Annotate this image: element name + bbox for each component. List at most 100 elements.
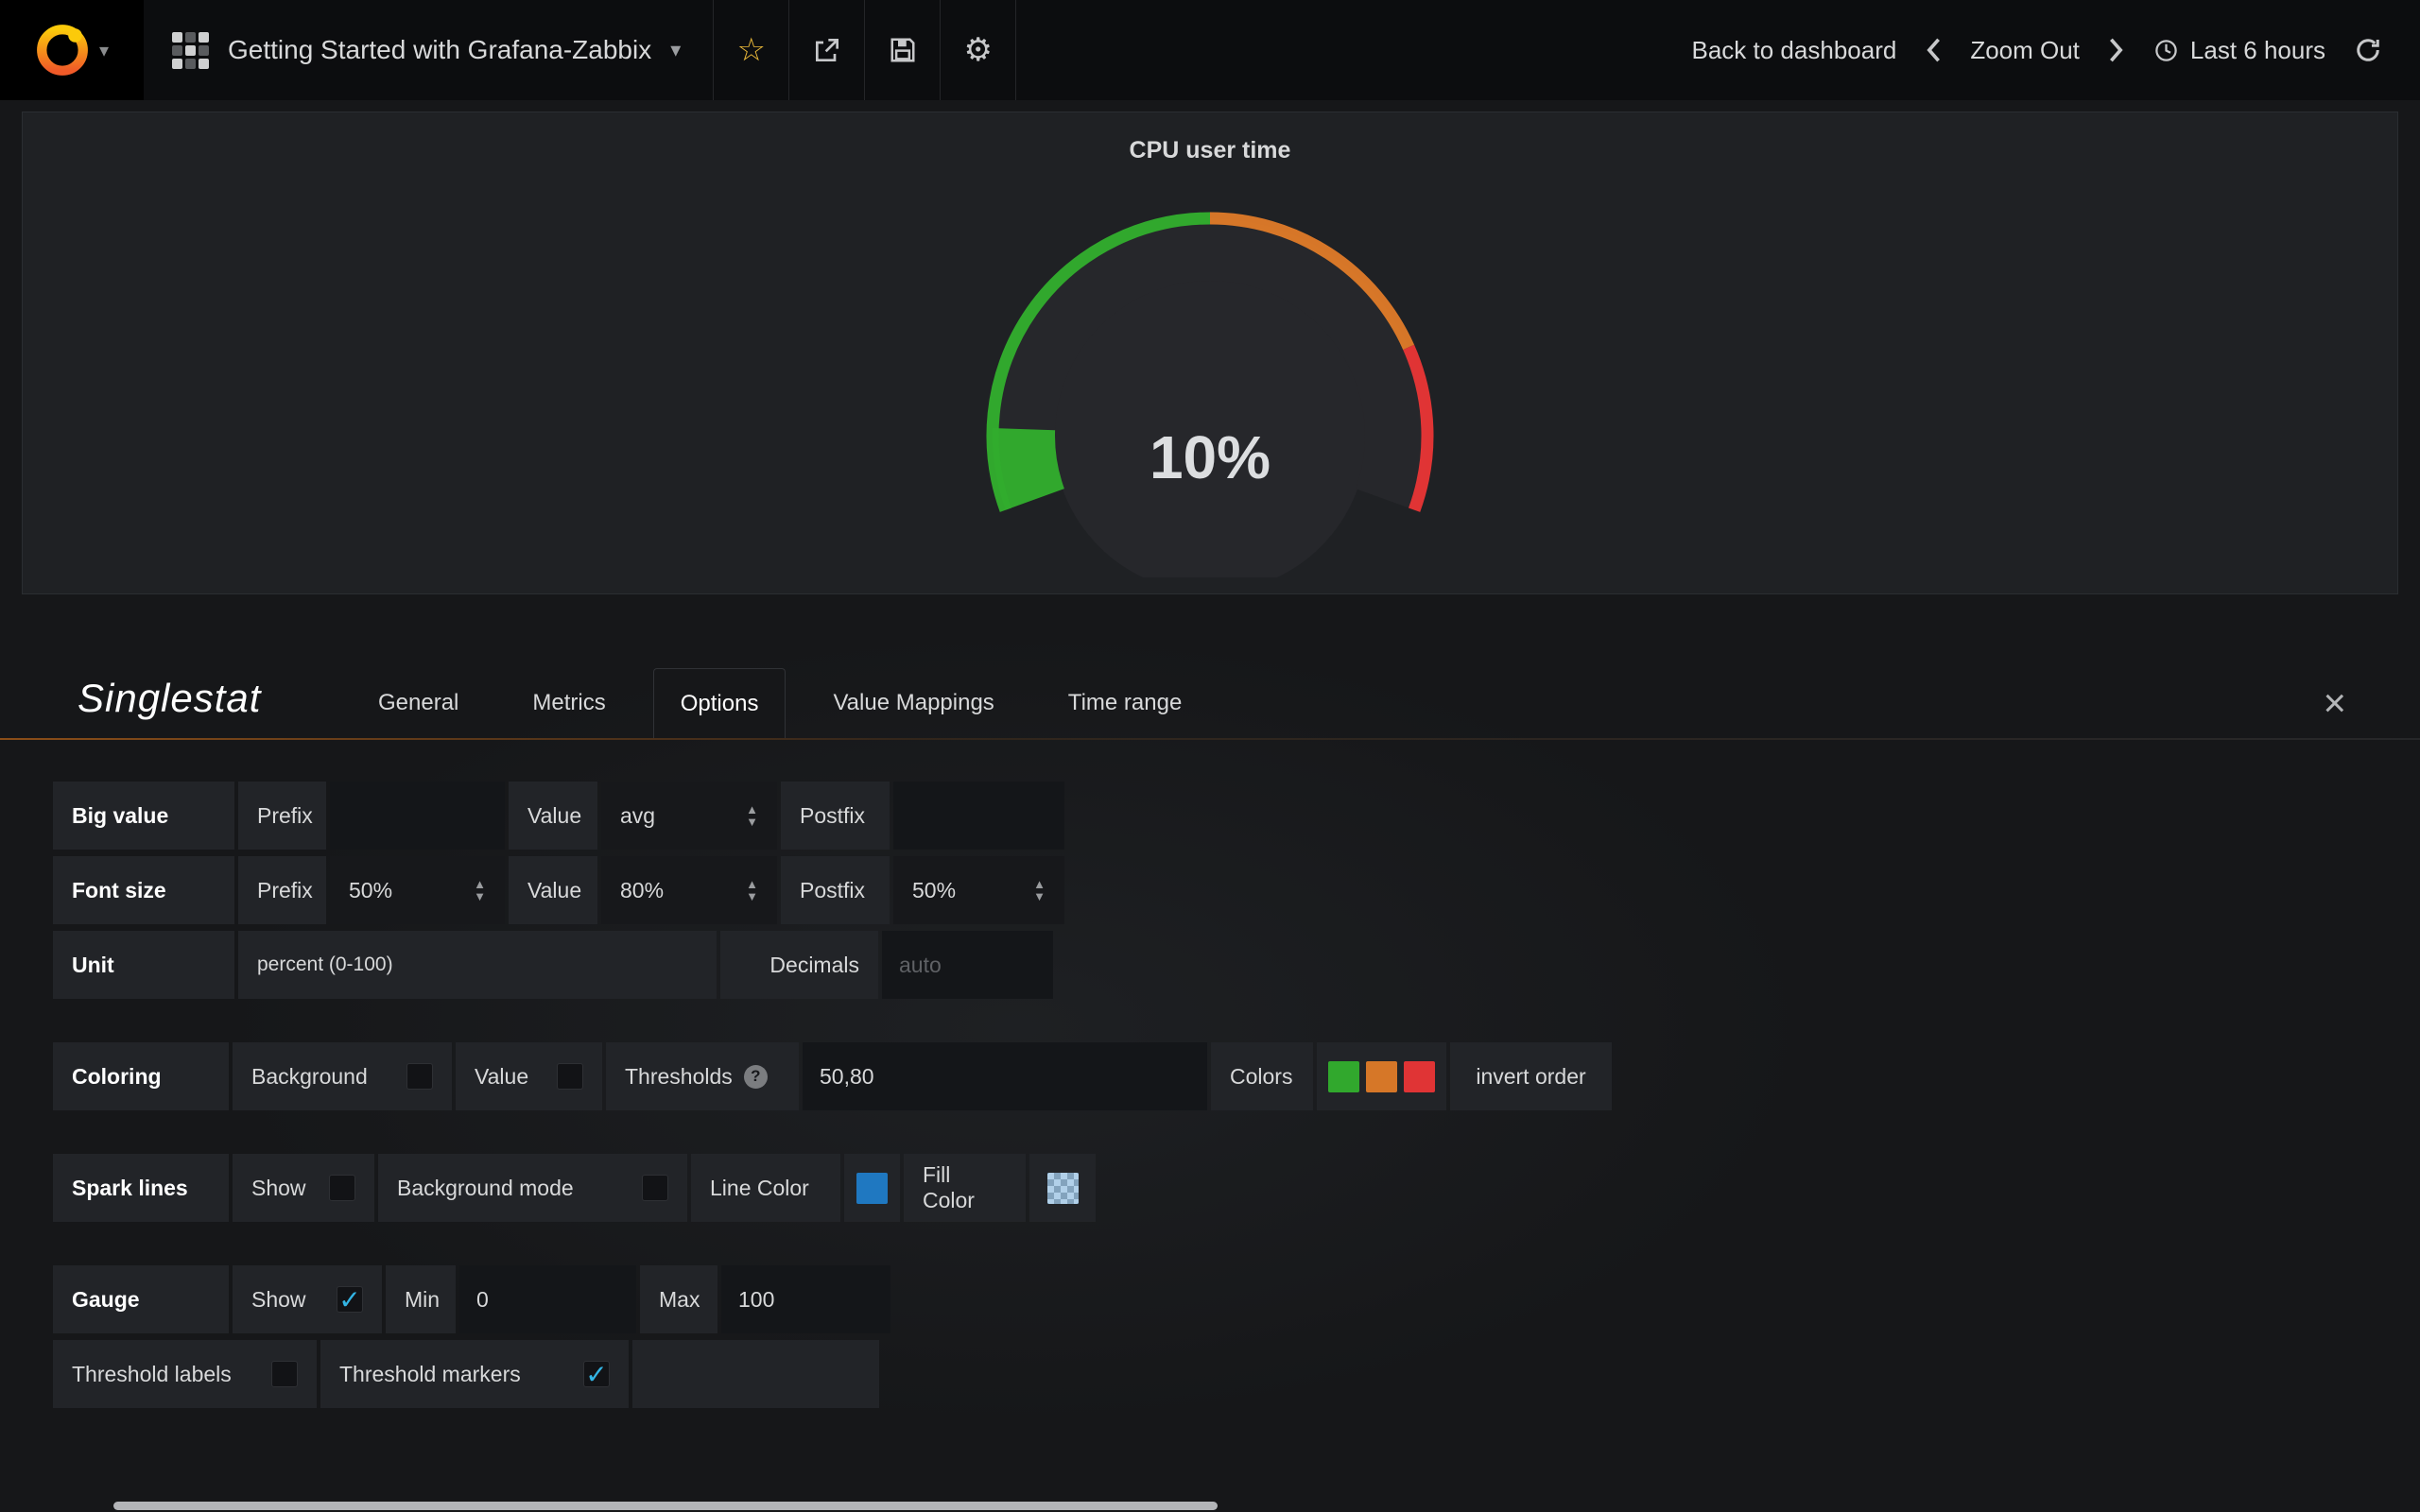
spark-show-checkbox[interactable] [329,1175,355,1201]
unit-row: Unit percent (0-100) Decimals [53,931,2420,999]
dashboard-title: Getting Started with Grafana-Zabbix [228,35,651,65]
colors-label: Colors [1211,1042,1313,1110]
select-stepper-icon: ▲▼ [1033,878,1046,902]
settings-button[interactable]: ⚙ [941,0,1016,100]
clock-icon [2153,38,2179,63]
gauge-chart: 10% [964,199,1456,577]
save-dashboard-button[interactable] [865,0,941,100]
panel-editor-header: Singlestat General Metrics Options Value… [0,668,2420,738]
share-dashboard-button[interactable] [789,0,865,100]
max-label: Max [640,1265,717,1333]
max-input[interactable] [736,1286,875,1314]
color-swatches [1317,1042,1446,1110]
tab-general[interactable]: General [352,668,485,738]
line-color-swatch[interactable] [856,1173,888,1204]
time-shift-right-button[interactable] [2108,37,2125,63]
spark-lines-row: Spark lines Show Background mode Line Co… [53,1154,2420,1222]
gauge-row: Gauge Show ✓ Min Max [53,1265,2420,1333]
gauge-label: Gauge [53,1265,229,1333]
dashboard-grid-icon [172,32,209,69]
thresholds-input[interactable] [818,1063,1192,1091]
navbar-right-controls: Back to dashboard Zoom Out Last 6 hours [1692,0,2420,100]
threshold-options-row: Threshold labels Threshold markers ✓ [53,1340,2420,1408]
panel-type-title: Singlestat [78,676,261,721]
thresholds-cell [803,1042,1207,1110]
font-size-prefix-select[interactable]: 50% ▲▼ [330,856,505,924]
grafana-menu-caret-icon: ▾ [99,39,109,62]
time-shift-left-button[interactable] [1925,37,1942,63]
time-range-picker[interactable]: Last 6 hours [2153,36,2325,65]
gauge-show-checkbox[interactable]: ✓ [337,1286,363,1313]
panel-title[interactable]: CPU user time [1130,137,1291,165]
prefix-label: Prefix [238,856,326,924]
unit-picker[interactable]: percent (0-100) [238,931,717,999]
threshold-markers-checkbox[interactable]: ✓ [583,1361,610,1387]
background-mode-checkbox[interactable] [642,1175,668,1201]
font-size-label: Font size [53,856,234,924]
refresh-button[interactable] [2354,36,2382,64]
close-editor-button[interactable]: × [2323,683,2346,723]
tab-value-mappings[interactable]: Value Mappings [806,668,1020,738]
horizontal-scrollbar[interactable] [113,1502,1218,1510]
gear-icon: ⚙ [964,34,993,66]
threshold-color-swatch-red[interactable] [1404,1061,1435,1092]
coloring-row: Coloring Background Value Thresholds ? C… [53,1042,2420,1110]
gauge-show-toggle: Show ✓ [233,1265,382,1333]
gauge-value-arc [1024,429,1035,499]
select-stepper-icon: ▲▼ [746,803,758,828]
threshold-color-swatch-green[interactable] [1328,1061,1359,1092]
chevron-down-icon: ▾ [670,38,681,62]
big-value-postfix-cell [893,782,1064,850]
close-icon: × [2323,680,2346,725]
save-icon [889,36,917,64]
big-value-postfix-input[interactable] [908,802,1049,830]
time-range-label: Last 6 hours [2190,36,2325,65]
refresh-icon [2354,36,2382,64]
zoom-out-button[interactable]: Zoom Out [1970,36,2080,65]
big-value-stat-select[interactable]: avg ▲▼ [601,782,777,850]
grafana-menu-button[interactable]: ▾ [0,0,144,100]
font-size-value-select[interactable]: 80% ▲▼ [601,856,777,924]
max-cell [721,1265,890,1333]
spacer-cell [632,1340,879,1408]
threshold-markers-toggle: Threshold markers ✓ [320,1340,629,1408]
spark-lines-label: Spark lines [53,1154,229,1222]
top-navbar: ▾ Getting Started with Grafana-Zabbix ▾ … [0,0,2420,100]
select-stepper-icon: ▲▼ [746,878,758,902]
tab-time-range[interactable]: Time range [1042,668,1209,738]
line-color-cell [844,1154,900,1222]
value-label: Value [509,856,597,924]
back-to-dashboard-button[interactable]: Back to dashboard [1692,36,1897,65]
invert-order-button[interactable]: invert order [1450,1042,1612,1110]
font-size-postfix-select[interactable]: 50% ▲▼ [893,856,1064,924]
unit-label: Unit [53,931,234,999]
big-value-row: Big value Prefix Value avg ▲▼ Postfix [53,782,2420,850]
min-input[interactable] [475,1286,621,1314]
chevron-left-icon [1925,37,1942,63]
dashboard-picker[interactable]: Getting Started with Grafana-Zabbix ▾ [144,0,714,100]
background-checkbox[interactable] [406,1063,433,1090]
min-label: Min [386,1265,456,1333]
postfix-label: Postfix [781,782,890,850]
decimals-input[interactable] [897,952,1038,979]
tab-metrics[interactable]: Metrics [506,668,631,738]
coloring-label: Coloring [53,1042,229,1110]
prefix-label: Prefix [238,782,326,850]
fill-color-swatch[interactable] [1047,1173,1079,1204]
tab-options[interactable]: Options [653,668,786,738]
coloring-background-toggle: Background [233,1042,452,1110]
postfix-label: Postfix [781,856,890,924]
threshold-labels-checkbox[interactable] [271,1361,298,1387]
star-dashboard-button[interactable]: ☆ [714,0,789,100]
threshold-color-swatch-orange[interactable] [1366,1061,1397,1092]
decimals-cell [882,931,1053,999]
background-mode-toggle: Background mode [378,1154,687,1222]
chevron-right-icon [2108,37,2125,63]
value-checkbox[interactable] [557,1063,583,1090]
editor-divider [0,738,2420,740]
coloring-value-toggle: Value [456,1042,602,1110]
big-value-prefix-input[interactable] [345,802,490,830]
big-value-prefix-cell [330,782,505,850]
font-size-row: Font size Prefix 50% ▲▼ Value 80% ▲▼ Pos… [53,856,2420,924]
help-icon[interactable]: ? [744,1065,768,1089]
